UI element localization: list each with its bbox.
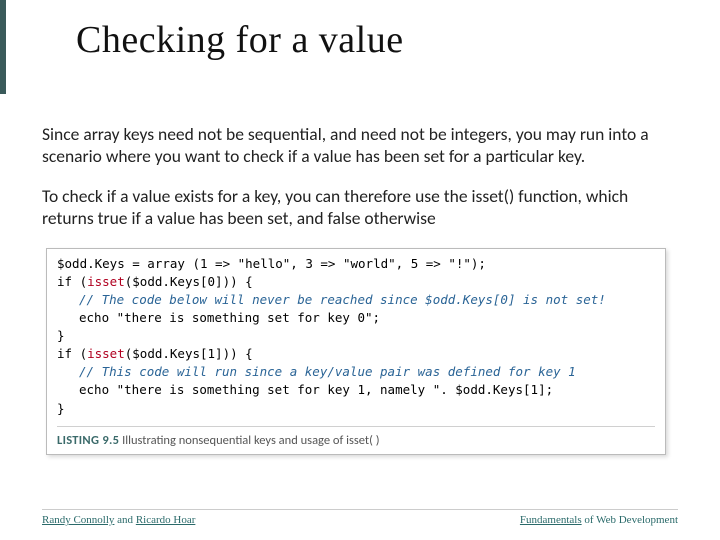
code-line: } — [57, 327, 655, 345]
code-listing: $odd.Keys = array (1 => "hello", 3 => "w… — [46, 248, 666, 455]
listing-caption: LISTING 9.5 Illustrating nonsequential k… — [57, 426, 655, 450]
code-line: } — [57, 400, 655, 418]
slide-title: Checking for a value — [76, 18, 404, 62]
code-comment: // This code will run since a key/value … — [57, 363, 655, 381]
code-line: if (isset($odd.Keys[0])) { — [57, 273, 655, 291]
book-title-word: Fundamentals — [520, 514, 582, 526]
code-line: echo "there is something set for key 0"; — [57, 309, 655, 327]
footer: Randy Connolly and Ricardo Hoar Fundamen… — [42, 509, 678, 526]
paragraph-1: Since array keys need not be sequential,… — [42, 124, 670, 168]
author-2: Ricardo Hoar — [136, 514, 196, 526]
keyword-isset: isset — [87, 346, 125, 361]
paragraph-2: To check if a value exists for a key, yo… — [42, 186, 670, 230]
footer-text: of Web Development — [582, 514, 678, 526]
code-text: if ( — [57, 274, 87, 289]
code-text: $odd.Keys = array (1 => "hello", 3 => "w… — [57, 256, 486, 271]
code-text: if ( — [57, 346, 87, 361]
code-text: ($odd.Keys[0])) { — [125, 274, 253, 289]
code-line: echo "there is something set for key 1, … — [57, 381, 655, 399]
author-1: Randy Connolly — [42, 514, 114, 526]
code-text: ($odd.Keys[1])) { — [125, 346, 253, 361]
footer-text: and — [114, 514, 135, 526]
footer-right: Fundamentals of Web Development — [520, 514, 678, 526]
code-line: $odd.Keys = array (1 => "hello", 3 => "w… — [57, 255, 655, 273]
listing-text: Illustrating nonsequential keys and usag… — [119, 433, 379, 448]
slide-body: Since array keys need not be sequential,… — [0, 94, 720, 455]
code-comment: // The code below will never be reached … — [57, 291, 655, 309]
footer-left: Randy Connolly and Ricardo Hoar — [42, 514, 195, 526]
title-bar: Checking for a value — [0, 0, 720, 94]
keyword-isset: isset — [87, 274, 125, 289]
slide: Checking for a value Since array keys ne… — [0, 0, 720, 540]
code-line: if (isset($odd.Keys[1])) { — [57, 345, 655, 363]
listing-label: LISTING 9.5 — [57, 433, 119, 448]
